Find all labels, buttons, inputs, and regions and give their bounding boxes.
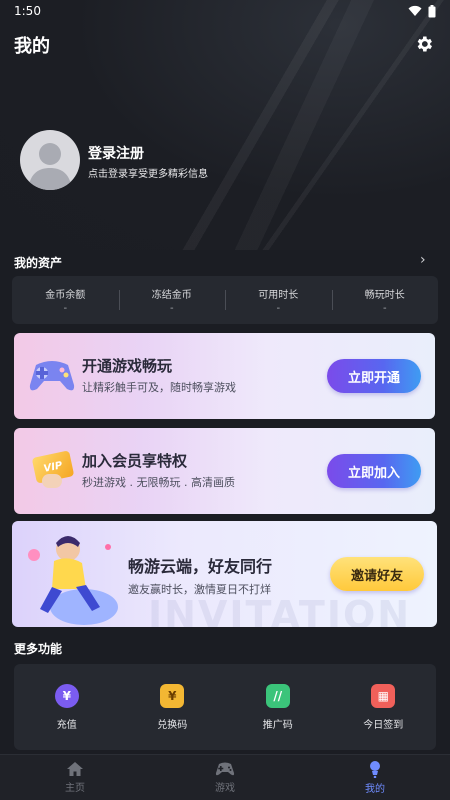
banner-title: 畅游云端，好友同行	[128, 557, 273, 576]
daily-checkin-button[interactable]: ▦ 今日签到	[331, 664, 437, 750]
wifi-icon	[408, 5, 422, 16]
redeem-code-button[interactable]: ¥ 兑换码	[120, 664, 226, 750]
asset-gold-balance[interactable]: 金币余额 -	[12, 276, 119, 324]
invite-friends-button[interactable]: 邀请好友	[330, 557, 424, 591]
chevron-right-icon[interactable]: ›	[420, 252, 426, 268]
avatar[interactable]	[20, 130, 80, 190]
open-now-button[interactable]: 立即开通	[327, 359, 421, 393]
join-now-button[interactable]: 立即加入	[327, 454, 421, 488]
banner-subtitle: 秒进游戏 . 无限畅玩 . 高清画质	[82, 476, 235, 489]
recharge-button[interactable]: ¥ 充值	[14, 664, 120, 750]
gamer-character-illustration	[28, 536, 118, 625]
vip-banner[interactable]: VIP 加入会员享特权 秒进游戏 . 无限畅玩 . 高清画质 立即加入	[14, 428, 435, 514]
gear-icon[interactable]	[414, 34, 434, 54]
tab-home[interactable]: 主页	[0, 755, 150, 800]
tab-games[interactable]: 游戏	[150, 755, 300, 800]
battery-icon	[428, 4, 436, 17]
profile-icon	[370, 761, 380, 778]
checkin-icon: ▦	[371, 684, 396, 708]
promo-code-button[interactable]: // 推广码	[225, 664, 331, 750]
assets-card: 金币余额 - 冻结金币 - 可用时长 - 畅玩时长 -	[12, 276, 438, 324]
more-features-title: 更多功能	[14, 642, 63, 656]
asset-available-time[interactable]: 可用时长 -	[225, 276, 332, 324]
promo-code-icon: //	[265, 684, 290, 708]
login-title[interactable]: 登录注册	[88, 143, 144, 163]
gamepad-illustration-icon	[29, 361, 75, 391]
more-features-card: ¥ 充值 ¥ 兑换码 // 推广码 ▦ 今日签到	[14, 664, 436, 750]
bottom-tab-bar: 主页 游戏 我的	[0, 754, 450, 800]
header-background	[0, 0, 450, 250]
vip-card-icon: VIP	[28, 446, 76, 494]
invite-banner[interactable]: INVITATION 畅游云端，好友同行 邀友赢时长，激情夏日不打烊 邀请好友	[12, 521, 437, 627]
default-avatar-icon	[28, 143, 72, 190]
redeem-icon: ¥	[160, 684, 185, 708]
asset-frozen-gold[interactable]: 冻结金币 -	[118, 276, 226, 324]
gamepad-icon	[215, 762, 235, 776]
login-subtitle: 点击登录享受更多精彩信息	[88, 169, 208, 180]
invitation-watermark: INVITATION	[148, 593, 412, 627]
banner-subtitle: 邀友赢时长，激情夏日不打烊	[128, 583, 271, 596]
status-bar: 1:50	[0, 0, 450, 22]
asset-play-time[interactable]: 畅玩时长 -	[331, 276, 439, 324]
banner-title: 开通游戏畅玩	[82, 357, 173, 375]
game-access-banner[interactable]: 开通游戏畅玩 让精彩触手可及，随时畅享游戏 立即开通	[14, 333, 435, 419]
recharge-icon: ¥	[54, 684, 79, 708]
assets-title: 我的资产	[14, 256, 63, 270]
page-title: 我的	[14, 36, 50, 57]
banner-subtitle: 让精彩触手可及，随时畅享游戏	[82, 381, 236, 394]
tab-mine[interactable]: 我的	[300, 755, 450, 800]
status-time: 1:50	[14, 4, 41, 18]
banner-title: 加入会员享特权	[82, 452, 188, 470]
home-icon	[67, 762, 83, 776]
